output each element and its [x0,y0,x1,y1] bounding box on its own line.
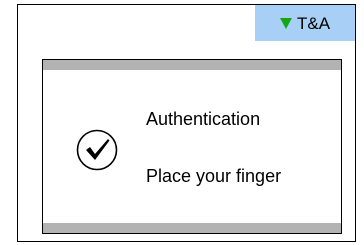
triangle-down-icon [279,17,292,29]
mode-badge: T&A [255,5,355,41]
dialog-top-bar [43,60,341,70]
dialog-message: Place your finger [146,166,282,186]
checkmark-circle-icon [76,129,118,171]
mode-label: T&A [296,13,331,33]
dialog-title: Authentication [146,109,261,129]
authentication-dialog: Authentication Place your finger [42,59,342,234]
dialog-bottom-bar [43,223,341,233]
device-screen: T&A Authentication Place your finger [17,4,356,242]
